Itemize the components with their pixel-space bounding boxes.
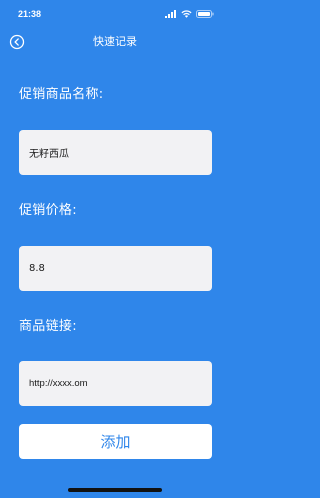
- cellular-signal-icon: [165, 10, 176, 18]
- battery-icon: [196, 10, 214, 18]
- status-bar: 21:38: [0, 0, 230, 26]
- add-button[interactable]: 添加: [19, 424, 212, 459]
- product-name-value: 无籽西瓜: [29, 149, 69, 160]
- product-name-field[interactable]: 无籽西瓜: [19, 130, 212, 175]
- wifi-icon: [181, 10, 192, 18]
- product-link-value: http://xxxx.om: [29, 378, 88, 389]
- page-title: 快速记录: [93, 35, 137, 48]
- product-name-label: 促销商品名称:: [19, 87, 104, 102]
- navigation-bar: 快速记录: [0, 30, 230, 54]
- promo-price-label: 促销价格:: [19, 203, 77, 218]
- home-indicator: [68, 488, 162, 492]
- status-time: 21:38: [18, 9, 42, 19]
- product-link-field[interactable]: http://xxxx.om: [19, 361, 212, 406]
- promo-price-field[interactable]: 8.8: [19, 246, 212, 291]
- product-link-label: 商品链接:: [19, 319, 77, 334]
- status-icons: [165, 9, 214, 19]
- promo-price-value: 8.8: [29, 263, 45, 274]
